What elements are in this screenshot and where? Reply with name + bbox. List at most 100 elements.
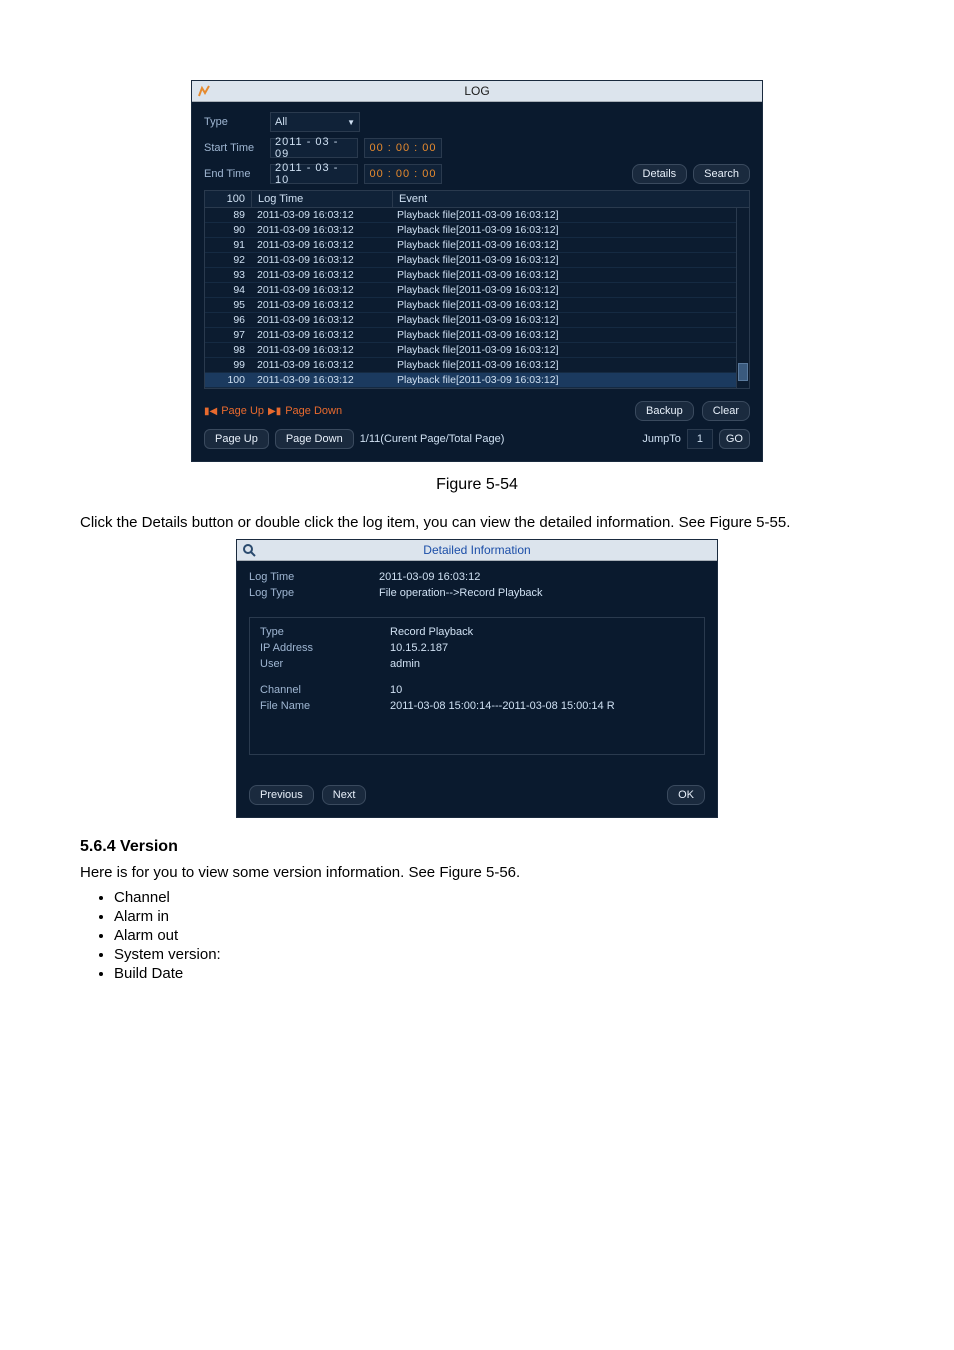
- previous-button[interactable]: Previous: [249, 785, 314, 805]
- start-time-label: Start Time: [204, 142, 264, 154]
- cell-index: 89: [205, 208, 251, 222]
- cell-index: 92: [205, 253, 251, 267]
- list-item: Alarm out: [114, 927, 874, 944]
- type-value: All: [275, 116, 287, 128]
- cell-index: 95: [205, 298, 251, 312]
- jump-label: JumpTo: [642, 433, 681, 445]
- log-titlebar: LOG: [192, 81, 762, 102]
- cell-index: 90: [205, 223, 251, 237]
- cell-event: Playback file[2011-03-09 16:03:12]: [391, 208, 736, 222]
- detail-title: Detailed Information: [423, 543, 530, 557]
- ip-label: IP Address: [260, 642, 390, 654]
- cell-time: 2011-03-09 16:03:12: [251, 343, 391, 357]
- go-button[interactable]: GO: [719, 429, 750, 449]
- table-row[interactable]: 1002011-03-09 16:03:12Playback file[2011…: [205, 373, 736, 388]
- table-row[interactable]: 932011-03-09 16:03:12Playback file[2011-…: [205, 268, 736, 283]
- cell-event: Playback file[2011-03-09 16:03:12]: [391, 313, 736, 327]
- cell-event: Playback file[2011-03-09 16:03:12]: [391, 268, 736, 282]
- cell-event: Playback file[2011-03-09 16:03:12]: [391, 343, 736, 357]
- log-title: LOG: [464, 84, 489, 98]
- log-window: LOG Type All ▼ Start Time 2011 - 03 - 09…: [191, 80, 763, 462]
- table-row[interactable]: 952011-03-09 16:03:12Playback file[2011-…: [205, 298, 736, 313]
- cell-time: 2011-03-09 16:03:12: [251, 268, 391, 282]
- cell-event: Playback file[2011-03-09 16:03:12]: [391, 358, 736, 372]
- table-row[interactable]: 962011-03-09 16:03:12Playback file[2011-…: [205, 313, 736, 328]
- version-heading: 5.6.4 Version: [80, 838, 874, 856]
- type-label: Type: [204, 116, 264, 128]
- page-up-text[interactable]: Page Up: [221, 405, 264, 417]
- logtime-label: Log Time: [249, 571, 379, 583]
- cell-event: Playback file[2011-03-09 16:03:12]: [391, 223, 736, 237]
- table-row[interactable]: 922011-03-09 16:03:12Playback file[2011-…: [205, 253, 736, 268]
- col-event: Event: [393, 191, 749, 207]
- start-date-input[interactable]: 2011 - 03 - 09: [270, 138, 358, 158]
- channel-label: Channel: [260, 684, 390, 696]
- cell-time: 2011-03-09 16:03:12: [251, 223, 391, 237]
- detail-title-icon: [241, 542, 257, 558]
- chevron-down-icon: ▼: [347, 118, 355, 127]
- cell-index: 91: [205, 238, 251, 252]
- end-time-input[interactable]: 00 : 00 : 00: [364, 164, 442, 184]
- col-index: 100: [205, 191, 252, 207]
- search-button[interactable]: Search: [693, 164, 750, 184]
- backup-button[interactable]: Backup: [635, 401, 694, 421]
- page-down-text[interactable]: Page Down: [285, 405, 342, 417]
- cell-event: Playback file[2011-03-09 16:03:12]: [391, 328, 736, 342]
- next-button[interactable]: Next: [322, 785, 367, 805]
- table-row[interactable]: 982011-03-09 16:03:12Playback file[2011-…: [205, 343, 736, 358]
- table-row[interactable]: 912011-03-09 16:03:12Playback file[2011-…: [205, 238, 736, 253]
- table-row[interactable]: 902011-03-09 16:03:12Playback file[2011-…: [205, 223, 736, 238]
- user-label: User: [260, 658, 390, 670]
- figure-caption-54: Figure 5-54: [80, 476, 874, 494]
- cell-event: Playback file[2011-03-09 16:03:12]: [391, 238, 736, 252]
- list-item: Build Date: [114, 965, 874, 982]
- list-item: Channel: [114, 889, 874, 906]
- jump-input[interactable]: 1: [687, 429, 713, 449]
- cell-event: Playback file[2011-03-09 16:03:12]: [391, 298, 736, 312]
- cell-time: 2011-03-09 16:03:12: [251, 253, 391, 267]
- cell-time: 2011-03-09 16:03:12: [251, 298, 391, 312]
- cell-index: 98: [205, 343, 251, 357]
- details-button[interactable]: Details: [632, 164, 688, 184]
- table-row[interactable]: 892011-03-09 16:03:12Playback file[2011-…: [205, 208, 736, 223]
- detail-titlebar: Detailed Information: [237, 540, 717, 561]
- filename-label: File Name: [260, 700, 390, 712]
- page-info: 1/11(Curent Page/Total Page): [360, 433, 505, 445]
- detail-box: Type Record Playback IP Address 10.15.2.…: [249, 617, 705, 755]
- log-scrollbar[interactable]: [736, 208, 749, 388]
- scrollbar-thumb[interactable]: [738, 363, 748, 381]
- detail-window: Detailed Information Log Time 2011-03-09…: [236, 539, 718, 818]
- logtime-value: 2011-03-09 16:03:12: [379, 571, 705, 583]
- logtype-value: File operation-->Record Playback: [379, 587, 705, 599]
- cell-index: 96: [205, 313, 251, 327]
- cell-event: Playback file[2011-03-09 16:03:12]: [391, 253, 736, 267]
- paragraph-details: Click the Details button or double click…: [80, 512, 874, 533]
- clear-button[interactable]: Clear: [702, 401, 750, 421]
- log-title-icon: [196, 83, 212, 99]
- cell-index: 97: [205, 328, 251, 342]
- table-row[interactable]: 942011-03-09 16:03:12Playback file[2011-…: [205, 283, 736, 298]
- cell-index: 100: [205, 373, 251, 387]
- col-logtime: Log Time: [252, 191, 393, 207]
- cell-time: 2011-03-09 16:03:12: [251, 283, 391, 297]
- cell-index: 99: [205, 358, 251, 372]
- cell-time: 2011-03-09 16:03:12: [251, 328, 391, 342]
- table-row[interactable]: 992011-03-09 16:03:12Playback file[2011-…: [205, 358, 736, 373]
- page-up-button[interactable]: Page Up: [204, 429, 269, 449]
- table-row[interactable]: 972011-03-09 16:03:12Playback file[2011-…: [205, 328, 736, 343]
- ok-button[interactable]: OK: [667, 785, 705, 805]
- channel-value: 10: [390, 684, 694, 696]
- page-down-button[interactable]: Page Down: [275, 429, 354, 449]
- cell-time: 2011-03-09 16:03:12: [251, 238, 391, 252]
- cell-index: 93: [205, 268, 251, 282]
- page-down-icon: ▶▮: [268, 406, 281, 417]
- page-up-icon: ▮◀: [204, 406, 217, 417]
- end-date-input[interactable]: 2011 - 03 - 10: [270, 164, 358, 184]
- cell-index: 94: [205, 283, 251, 297]
- filename-value: 2011-03-08 15:00:14---2011-03-08 15:00:1…: [390, 700, 694, 712]
- user-value: admin: [390, 658, 694, 670]
- type-combo[interactable]: All ▼: [270, 112, 360, 132]
- log-table: 100 Log Time Event 892011-03-09 16:03:12…: [204, 190, 750, 389]
- start-time-input[interactable]: 00 : 00 : 00: [364, 138, 442, 158]
- logtype-label: Log Type: [249, 587, 379, 599]
